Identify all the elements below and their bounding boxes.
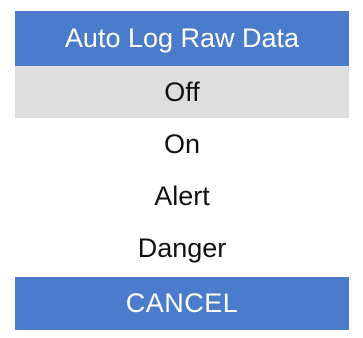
option-alert[interactable]: Alert [15,170,349,222]
option-on[interactable]: On [15,118,349,170]
option-label: Danger [137,232,227,263]
auto-log-raw-data-dialog: Auto Log Raw Data Off On Alert Danger CA… [15,11,349,330]
option-label: Off [164,76,200,107]
dialog-title: Auto Log Raw Data [15,11,349,66]
option-label: On [163,128,201,159]
option-off[interactable]: Off [15,66,349,118]
cancel-button[interactable]: CANCEL [15,277,349,330]
option-danger[interactable]: Danger [15,222,349,274]
option-label: Alert [154,180,210,211]
